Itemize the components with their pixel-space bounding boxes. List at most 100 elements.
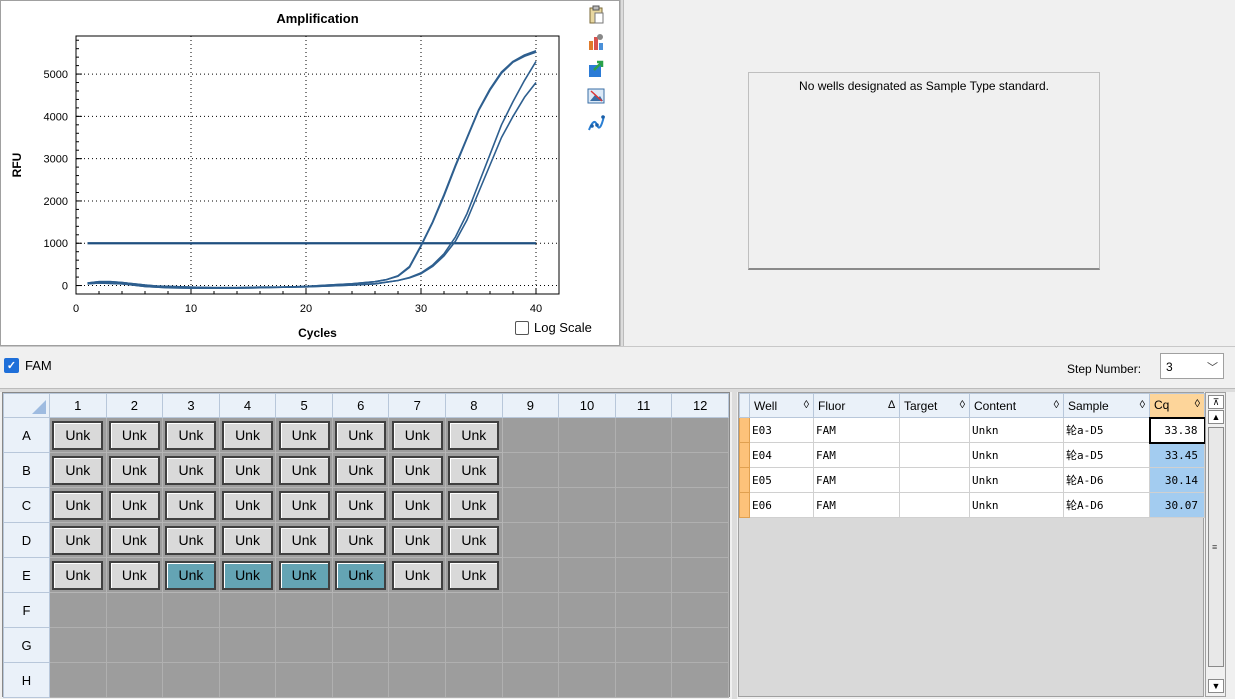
scroll-top-button[interactable]: ⊼: [1208, 395, 1224, 409]
empty-well-H11[interactable]: [614, 662, 673, 698]
plate-column-header[interactable]: 9: [501, 393, 560, 418]
column-header-sample[interactable]: Sample ◊: [1063, 393, 1150, 418]
cell-fluor[interactable]: FAM: [813, 417, 900, 443]
empty-well-F11[interactable]: [614, 592, 673, 628]
well-E6[interactable]: Unk: [335, 560, 387, 590]
well-A1[interactable]: Unk: [52, 420, 104, 450]
well-D6[interactable]: Unk: [335, 525, 387, 555]
empty-well-H1[interactable]: [49, 662, 107, 698]
well-C7[interactable]: Unk: [391, 490, 443, 520]
sort-icon[interactable]: ◊: [1140, 399, 1149, 411]
plate-column-header[interactable]: 6: [331, 393, 390, 418]
empty-well-C12[interactable]: [671, 487, 729, 523]
empty-well-G10[interactable]: [558, 627, 616, 663]
cell-sample[interactable]: 轮a-D5: [1063, 442, 1150, 468]
well-B8[interactable]: Unk: [448, 455, 500, 485]
chart-settings-icon[interactable]: [586, 32, 606, 52]
empty-well-F1[interactable]: [49, 592, 107, 628]
export-icon[interactable]: [586, 59, 606, 79]
cell-well[interactable]: E06: [749, 492, 814, 518]
empty-well-F4[interactable]: [218, 592, 277, 628]
cell-target[interactable]: [899, 442, 970, 468]
image-icon[interactable]: [586, 86, 606, 106]
well-E3[interactable]: Unk: [165, 560, 217, 590]
cell-content[interactable]: Unkn: [969, 442, 1064, 468]
empty-well-D12[interactable]: [671, 522, 729, 558]
sort-icon[interactable]: ◊: [804, 399, 813, 411]
well-B6[interactable]: Unk: [335, 455, 387, 485]
plate-row-header[interactable]: A: [3, 417, 50, 453]
empty-well-E11[interactable]: [614, 557, 673, 593]
well-B7[interactable]: Unk: [391, 455, 443, 485]
cell-target[interactable]: [899, 417, 970, 443]
empty-well-H6[interactable]: [331, 662, 390, 698]
well-D7[interactable]: Unk: [391, 525, 443, 555]
empty-well-F8[interactable]: [445, 592, 503, 628]
step-number-select[interactable]: 3 ﹀: [1160, 353, 1224, 379]
empty-well-A12[interactable]: [671, 417, 729, 453]
cell-well[interactable]: E04: [749, 442, 814, 468]
cell-fluor[interactable]: FAM: [813, 492, 900, 518]
empty-well-G9[interactable]: [501, 627, 560, 663]
vertical-splitter-lower[interactable]: [732, 392, 737, 699]
well-B1[interactable]: Unk: [52, 455, 104, 485]
table-row[interactable]: E05 FAM Unkn 轮A-D6 30.14: [739, 467, 1205, 493]
empty-well-F5[interactable]: [275, 592, 333, 628]
empty-well-D11[interactable]: [614, 522, 673, 558]
cell-well[interactable]: E05: [749, 467, 814, 493]
empty-well-H3[interactable]: [162, 662, 220, 698]
cell-sample[interactable]: 轮A-D6: [1063, 492, 1150, 518]
empty-well-E12[interactable]: [671, 557, 729, 593]
empty-well-H5[interactable]: [275, 662, 333, 698]
empty-well-F2[interactable]: [105, 592, 164, 628]
cell-target[interactable]: [899, 492, 970, 518]
sort-icon[interactable]: ∆: [888, 399, 899, 411]
cell-cq[interactable]: 30.14: [1149, 467, 1205, 493]
empty-well-F9[interactable]: [501, 592, 560, 628]
empty-well-F6[interactable]: [331, 592, 390, 628]
well-E7[interactable]: Unk: [391, 560, 443, 590]
plate-column-header[interactable]: 5: [275, 393, 333, 418]
empty-well-D9[interactable]: [501, 522, 560, 558]
row-selector[interactable]: [739, 467, 750, 493]
plate-column-header[interactable]: 8: [445, 393, 503, 418]
scrollbar-thumb[interactable]: ≡: [1208, 427, 1224, 667]
plate-column-header[interactable]: 3: [162, 393, 220, 418]
row-selector[interactable]: [739, 417, 750, 443]
well-A7[interactable]: Unk: [391, 420, 443, 450]
clipboard-icon[interactable]: [586, 5, 606, 25]
column-header-fluor[interactable]: Fluor ∆: [813, 393, 900, 418]
empty-well-D10[interactable]: [558, 522, 616, 558]
row-selector[interactable]: [739, 492, 750, 518]
well-B2[interactable]: Unk: [108, 455, 160, 485]
sort-icon[interactable]: ◊: [960, 399, 969, 411]
empty-well-H8[interactable]: [445, 662, 503, 698]
empty-well-H10[interactable]: [558, 662, 616, 698]
empty-well-B9[interactable]: [501, 452, 560, 488]
plate-column-header[interactable]: 1: [49, 393, 107, 418]
fluor-toggle-fam[interactable]: ✓ FAM: [4, 358, 52, 373]
well-D8[interactable]: Unk: [448, 525, 500, 555]
well-B4[interactable]: Unk: [222, 455, 274, 485]
plate-select-all-corner[interactable]: [3, 393, 50, 418]
plate-column-header[interactable]: 12: [671, 393, 729, 418]
well-E2[interactable]: Unk: [108, 560, 160, 590]
well-A8[interactable]: Unk: [448, 420, 500, 450]
empty-well-B12[interactable]: [671, 452, 729, 488]
scroll-up-button[interactable]: ▲: [1208, 410, 1224, 424]
column-header-cq[interactable]: Cq ◊: [1149, 393, 1205, 418]
curve-fit-icon[interactable]: [586, 113, 606, 133]
plate-column-header[interactable]: 11: [614, 393, 673, 418]
cell-cq[interactable]: 33.45: [1149, 442, 1205, 468]
column-header-well[interactable]: Well ◊: [749, 393, 814, 418]
empty-well-H4[interactable]: [218, 662, 277, 698]
empty-well-G11[interactable]: [614, 627, 673, 663]
empty-well-E9[interactable]: [501, 557, 560, 593]
well-A5[interactable]: Unk: [278, 420, 330, 450]
well-B3[interactable]: Unk: [165, 455, 217, 485]
empty-well-A10[interactable]: [558, 417, 616, 453]
table-row[interactable]: E06 FAM Unkn 轮A-D6 30.07: [739, 492, 1205, 518]
empty-well-H2[interactable]: [105, 662, 164, 698]
empty-well-H12[interactable]: [671, 662, 729, 698]
empty-well-B11[interactable]: [614, 452, 673, 488]
